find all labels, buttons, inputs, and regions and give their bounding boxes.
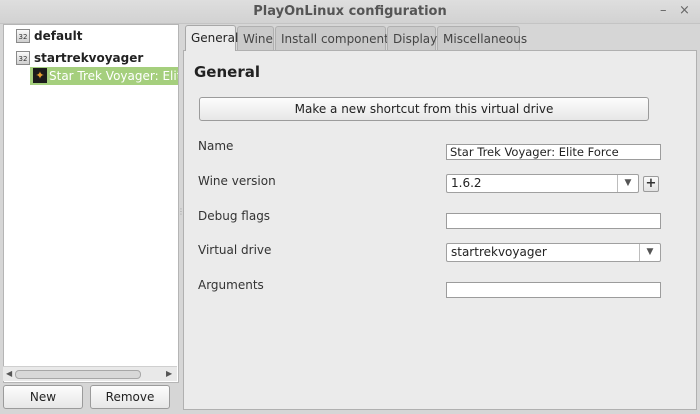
tab-display[interactable]: Display <box>387 26 437 50</box>
drive-32bit-icon: 32 <box>16 29 30 43</box>
tab-general[interactable]: General <box>185 25 238 51</box>
scroll-left-icon[interactable]: ◀ <box>6 367 12 381</box>
tab-install-components[interactable]: Install components <box>275 26 395 50</box>
tab-miscellaneous[interactable]: Miscellaneous <box>437 26 527 50</box>
arguments-label: Arguments <box>198 278 264 292</box>
prefix-tree[interactable]: 32 default 32 startrekvoyager ✦ Star Tre… <box>3 24 179 383</box>
scroll-right-icon[interactable]: ▶ <box>166 367 172 381</box>
debug-flags-field[interactable] <box>446 213 661 229</box>
tree-item-startrekvoyager[interactable]: 32 startrekvoyager <box>4 49 174 67</box>
debug-flags-label: Debug flags <box>198 209 271 223</box>
name-label: Name <box>198 139 234 153</box>
virtual-drive-label: Virtual drive <box>198 243 272 257</box>
wine-version-value: 1.6.2 <box>451 176 482 190</box>
make-shortcut-button[interactable]: Make a new shortcut from this virtual dr… <box>199 97 649 121</box>
page-title: General <box>194 63 260 81</box>
chevron-down-icon[interactable]: ▼ <box>639 244 660 261</box>
new-button[interactable]: New <box>3 385 83 409</box>
drive-32bit-icon: 32 <box>16 51 30 65</box>
arguments-field[interactable] <box>446 282 661 298</box>
scrollbar-thumb[interactable] <box>15 370 141 379</box>
remove-button[interactable]: Remove <box>90 385 170 409</box>
tab-wine[interactable]: Wine <box>237 26 274 50</box>
shortcut-label: Star Trek Voyager: Elite Force <box>49 69 178 83</box>
add-wine-version-button[interactable]: + <box>643 176 659 192</box>
general-panel: General Make a new shortcut from this vi… <box>183 50 697 410</box>
wine-version-label: Wine version <box>198 174 276 188</box>
tree-item-label: default <box>34 29 83 43</box>
virtual-drive-select[interactable]: startrekvoyager ▼ <box>446 243 661 262</box>
chevron-down-icon[interactable]: ▼ <box>617 175 638 192</box>
tree-item-shortcut-selected[interactable]: ✦ Star Trek Voyager: Elite Force <box>30 67 178 85</box>
virtual-drive-value: startrekvoyager <box>451 245 547 259</box>
tree-item-default[interactable]: 32 default <box>4 27 174 45</box>
plus-icon: + <box>645 176 657 191</box>
star-trek-icon: ✦ <box>33 68 47 83</box>
name-field[interactable]: Star Trek Voyager: Elite Force <box>446 144 661 160</box>
title-bar: PlayOnLinux configuration – × <box>0 0 700 24</box>
window-title: PlayOnLinux configuration <box>253 4 447 19</box>
close-button[interactable]: × <box>679 3 690 19</box>
tree-horizontal-scrollbar[interactable]: ◀ ▶ <box>3 366 177 381</box>
tree-item-label: startrekvoyager <box>34 51 144 65</box>
minimize-button[interactable]: – <box>660 3 667 19</box>
wine-version-select[interactable]: 1.6.2 ▼ <box>446 174 639 193</box>
panel-splitter[interactable]: ⋮ <box>177 208 185 222</box>
